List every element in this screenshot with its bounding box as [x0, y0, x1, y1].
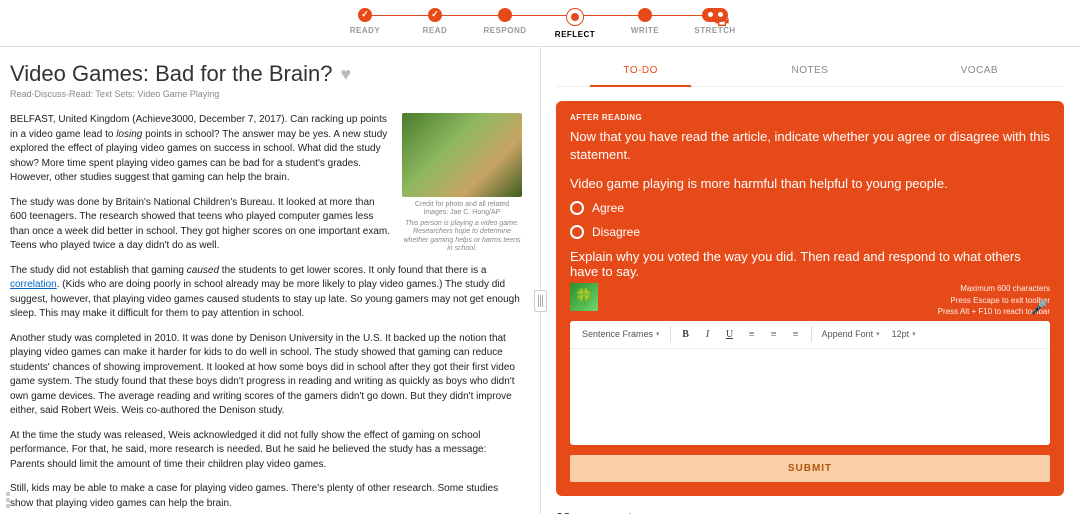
task-explain: Explain why you voted the way you did. T… [570, 249, 1050, 279]
bold-button[interactable]: B [675, 323, 697, 345]
step-stretch[interactable]: STRETCH [680, 8, 750, 35]
heart-icon[interactable]: ♥ [340, 64, 351, 85]
comments-heading: 22 comments [556, 510, 1064, 514]
text-editor: Sentence Frames B I U ≡ ≡ ≡ Append Font … [570, 321, 1050, 445]
task-statement: Video game playing is more harmful than … [570, 176, 1050, 191]
step-label: WRITE [631, 26, 659, 35]
mic-muted-icon[interactable]: 🎤 [1031, 299, 1048, 316]
scroll-handle-icon[interactable] [6, 492, 10, 508]
pill-icon [702, 8, 728, 22]
article-figure: Credit for photo and all related images:… [402, 113, 522, 253]
tab-vocab[interactable]: VOCAB [895, 57, 1064, 86]
radio-label: Disagree [592, 225, 640, 239]
underline-button[interactable]: U [719, 323, 741, 345]
step-respond[interactable]: RESPOND [470, 8, 540, 35]
paragraph: Another study was completed in 2010. It … [10, 332, 522, 419]
pane-divider [540, 47, 541, 514]
tab-todo[interactable]: TO-DO [556, 57, 725, 86]
article-title: Video Games: Bad for the Brain? ♥ [10, 61, 522, 87]
step-label: READY [350, 26, 381, 35]
paragraph: Still, kids may be able to make a case f… [10, 482, 522, 511]
figure-image [402, 113, 522, 197]
task-card: AFTER READING Now that you have read the… [556, 101, 1064, 496]
editor-textarea[interactable] [570, 349, 1050, 445]
title-text: Video Games: Bad for the Brain? [10, 61, 332, 87]
task-prompt: Now that you have read the article, indi… [570, 128, 1050, 164]
figure-credit: Credit for photo and all related images:… [402, 201, 522, 218]
paragraph: The study did not establish that gaming … [10, 264, 522, 322]
step-reflect[interactable]: REFLECT [540, 8, 610, 39]
task-section-label: AFTER READING [570, 113, 1050, 122]
article-body: Credit for photo and all related images:… [10, 113, 522, 514]
user-avatar: 🍀 [570, 283, 598, 311]
align-center-button[interactable]: ≡ [763, 323, 785, 345]
step-label: REFLECT [555, 30, 595, 39]
tab-notes[interactable]: NOTES [725, 57, 894, 86]
align-left-button[interactable]: ≡ [741, 323, 763, 345]
radio-disagree[interactable]: Disagree [570, 225, 1050, 239]
activity-tabs: TO-DO NOTES VOCAB [556, 57, 1064, 87]
check-icon [358, 8, 372, 22]
stepper-bar: READY READ RESPOND REFLECT WRITE STRETCH [0, 0, 1080, 47]
align-right-button[interactable]: ≡ [785, 323, 807, 345]
article-pane: Video Games: Bad for the Brain? ♥ Read-Di… [0, 47, 540, 514]
current-dot-icon [566, 8, 584, 26]
radio-icon [570, 201, 584, 215]
radio-icon [570, 225, 584, 239]
step-ready[interactable]: READY [330, 8, 400, 35]
figure-caption: This person is playing a video game. Res… [402, 220, 522, 254]
hint-max: Maximum 600 characters [938, 283, 1050, 294]
dot-icon [638, 8, 652, 22]
dot-icon [498, 8, 512, 22]
submit-button[interactable]: SUBMIT [570, 455, 1050, 482]
editor-toolbar: Sentence Frames B I U ≡ ≡ ≡ Append Font … [570, 321, 1050, 349]
font-select[interactable]: Append Font [816, 329, 886, 339]
link-correlation[interactable]: correlation [10, 279, 57, 290]
step-label: READ [423, 26, 448, 35]
paragraph: At the time the study was released, Weis… [10, 429, 522, 473]
pane-divider-handle[interactable] [534, 290, 547, 312]
step-write[interactable]: WRITE [610, 8, 680, 35]
activity-pane: TO-DO NOTES VOCAB AFTER READING Now that… [540, 47, 1080, 514]
check-icon [428, 8, 442, 22]
step-read[interactable]: READ [400, 8, 470, 35]
breadcrumb: Read-Discuss-Read: Text Sets: Video Game… [10, 89, 522, 99]
sentence-frames-select[interactable]: Sentence Frames [576, 329, 666, 339]
size-select[interactable]: 12pt [886, 329, 922, 339]
radio-label: Agree [592, 201, 624, 215]
radio-agree[interactable]: Agree [570, 201, 1050, 215]
step-label: RESPOND [483, 26, 526, 35]
progress-stepper: READY READ RESPOND REFLECT WRITE STRETCH [330, 8, 750, 39]
italic-button[interactable]: I [697, 323, 719, 345]
